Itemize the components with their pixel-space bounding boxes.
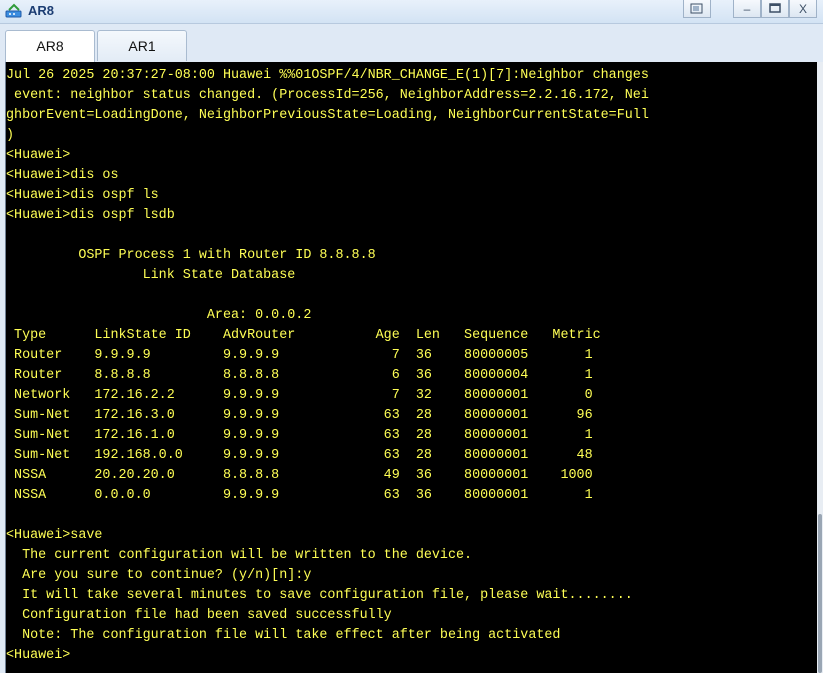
tab-bar: AR8 AR1 <box>0 24 823 62</box>
terminal-line: ghborEvent=LoadingDone, NeighborPrevious… <box>6 108 649 123</box>
terminal-line: Configuration file had been saved succes… <box>6 608 392 623</box>
terminal-line: NSSA 0.0.0.0 9.9.9.9 63 36 80000001 1 <box>6 488 593 503</box>
terminal-line: Jul 26 2025 20:37:27-08:00 Huawei %%01OS… <box>6 68 649 83</box>
terminal-line: <Huawei>save <box>6 528 103 543</box>
tab-ar1[interactable]: AR1 <box>97 30 187 61</box>
terminal-line: <Huawei>dis ospf ls <box>6 188 159 203</box>
terminal-line: NSSA 20.20.20.0 8.8.8.8 49 36 80000001 1… <box>6 468 593 483</box>
terminal-line: Sum-Net 192.168.0.0 9.9.9.9 63 28 800000… <box>6 448 593 463</box>
terminal-line: <Huawei>dis os <box>6 168 119 183</box>
tab-label: AR1 <box>128 38 156 54</box>
maximize-icon <box>769 3 781 13</box>
terminal-line: OSPF Process 1 with Router ID 8.8.8.8 <box>6 248 376 263</box>
terminal-output: Jul 26 2025 20:37:27-08:00 Huawei %%01OS… <box>6 66 649 666</box>
terminal-console[interactable]: Jul 26 2025 20:37:27-08:00 Huawei %%01OS… <box>5 62 817 673</box>
minimize-icon: – <box>743 2 751 16</box>
terminal-line: Sum-Net 172.16.3.0 9.9.9.9 63 28 8000000… <box>6 408 593 423</box>
terminal-line: <Huawei>dis ospf lsdb <box>6 208 175 223</box>
terminal-line: Link State Database <box>6 268 296 283</box>
terminal-line: Are you sure to continue? (y/n)[n]:y <box>6 568 312 583</box>
terminal-line: <Huawei> <box>6 648 71 663</box>
vertical-scrollbar[interactable] <box>817 62 823 673</box>
terminal-line: Router 8.8.8.8 8.8.8.8 6 36 80000004 1 <box>6 368 593 383</box>
terminal-line: Network 172.16.2.2 9.9.9.9 7 32 80000001… <box>6 388 593 403</box>
restore-icon <box>690 3 703 14</box>
terminal-line: Note: The configuration file will take e… <box>6 628 561 643</box>
terminal-line: It will take several minutes to save con… <box>6 588 633 603</box>
tab-ar8[interactable]: AR8 <box>5 30 95 62</box>
terminal-line: Area: 0.0.0.2 <box>6 308 312 323</box>
minimize-button[interactable]: – <box>733 0 761 18</box>
scrollbar-thumb[interactable] <box>818 514 822 673</box>
terminal-line: Type LinkState ID AdvRouter Age Len Sequ… <box>6 328 601 343</box>
terminal-line: <Huawei> <box>6 148 71 163</box>
terminal-line: event: neighbor status changed. (Process… <box>6 88 649 103</box>
close-icon: X <box>798 2 807 16</box>
title-bar[interactable]: AR8 – X <box>0 0 823 24</box>
tab-label: AR8 <box>36 38 64 54</box>
terminal-line: Router 9.9.9.9 9.9.9.9 7 36 80000005 1 <box>6 348 593 363</box>
close-button[interactable]: X <box>789 0 817 18</box>
terminal-window: AR8 – X AR8 AR1 Jul 26 2025 20:37:27-08:… <box>0 0 823 673</box>
router-app-icon <box>5 3 23 19</box>
terminal-line: The current configuration will be writte… <box>6 548 473 563</box>
terminal-line: ) <box>6 128 15 143</box>
window-title: AR8 <box>28 3 55 18</box>
restore-button[interactable] <box>683 0 711 18</box>
terminal-line: Sum-Net 172.16.1.0 9.9.9.9 63 28 8000000… <box>6 428 593 443</box>
maximize-button[interactable] <box>761 0 789 18</box>
